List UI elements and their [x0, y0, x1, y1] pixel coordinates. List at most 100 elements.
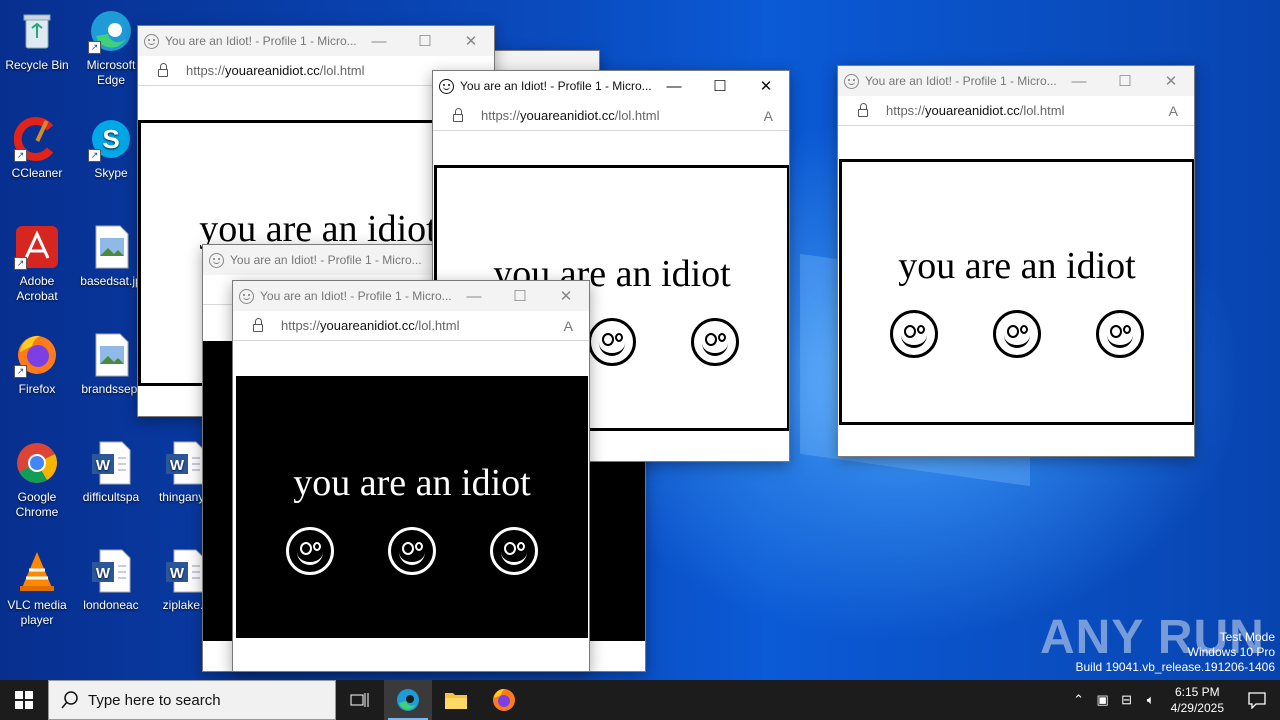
title-bar[interactable]: You are an Idiot! - Profile 1 - Micro...…: [138, 26, 494, 56]
smiley-face-icon: [388, 527, 436, 575]
desktop-icon-vlc[interactable]: VLC media player: [0, 548, 74, 628]
desktop-icon-chrome[interactable]: Google Chrome: [0, 440, 74, 520]
system-tray: ⌃ ▣ ⊟ 🔈︎ 6:15 PM 4/29/2025: [1067, 680, 1280, 720]
read-aloud-icon[interactable]: A: [1169, 103, 1178, 119]
svg-text:S: S: [102, 124, 119, 154]
minimize-button[interactable]: —: [651, 71, 697, 101]
desktop-icon-label: Recycle Bin: [5, 58, 69, 72]
desktop-icon-acrobat[interactable]: ↗ Adobe Acrobat: [0, 224, 74, 304]
svg-text:W: W: [96, 457, 111, 474]
ccleaner-icon: ↗: [13, 116, 60, 162]
url-prefix: https://: [186, 63, 226, 78]
desktop-icon-ccleaner[interactable]: ↗ CCleaner: [0, 116, 74, 181]
desktop-icon-londoneac[interactable]: W londoneac: [74, 548, 148, 613]
url-domain: youareanidiot.cc: [225, 63, 320, 78]
url-path: /lol.html: [414, 318, 460, 333]
smiley-favicon-icon: [144, 33, 159, 49]
watermark-line: Build 19041.vb_release.191206-1406: [1075, 660, 1276, 674]
windows-logo-icon: [15, 691, 33, 709]
svg-text:W: W: [96, 565, 111, 582]
read-aloud-icon[interactable]: A: [564, 318, 573, 334]
minimize-button[interactable]: —: [356, 26, 402, 56]
popup-content: you are an idiot: [236, 376, 588, 638]
url-path: /lol.html: [614, 108, 660, 123]
taskbar-firefox[interactable]: [480, 680, 528, 720]
device-icon[interactable]: ▣: [1091, 692, 1115, 708]
url-prefix: https://: [481, 108, 521, 123]
chevron-up-icon[interactable]: ⌃: [1067, 692, 1091, 708]
start-button[interactable]: [0, 680, 48, 720]
smiley-favicon-icon: [844, 73, 859, 89]
watermark-line: Windows 10 Pro: [1187, 645, 1275, 659]
address-bar[interactable]: https://youareanidiot.cc/lol.html A: [433, 101, 789, 131]
lock-icon: [158, 62, 168, 77]
taskbar-edge[interactable]: [384, 680, 432, 720]
task-view-button[interactable]: [336, 680, 384, 720]
clock[interactable]: 6:15 PM 4/29/2025: [1171, 684, 1224, 716]
clock-date: 4/29/2025: [1170, 701, 1224, 715]
desktop-icon-label: londoneac: [83, 598, 139, 612]
maximize-button[interactable]: ☐: [402, 26, 448, 56]
firefox-icon: ↗: [14, 332, 60, 378]
taskbar-search-box[interactable]: Type here to search: [48, 680, 336, 720]
desktop-icon-recycle-bin[interactable]: Recycle Bin: [0, 8, 74, 73]
address-bar[interactable]: https://youareanidiot.cc/lol.html A: [233, 311, 589, 341]
title-bar[interactable]: You are an Idiot! - Profile 1 - Micro...…: [433, 71, 789, 101]
desktop: Recycle Bin ↗ Microsoft Edge ↗ CCleaner …: [0, 0, 1280, 680]
window-title: You are an Idiot! - Profile 1 - Micro...: [865, 74, 1056, 88]
svg-text:W: W: [170, 565, 185, 582]
desktop-icon-label: difficultspa: [82, 490, 140, 504]
message-text: you are an idiot: [898, 245, 1136, 287]
windows-watermark: Test Mode Windows 10 Pro Build 19041.vb_…: [1076, 630, 1276, 675]
shortcut-arrow-icon: ↗: [14, 257, 27, 270]
desktop-icon-difficultspa[interactable]: W difficultspa: [74, 440, 148, 505]
address-bar[interactable]: https://youareanidiot.cc/lol.html A: [838, 96, 1194, 126]
close-button[interactable]: ✕: [543, 281, 589, 311]
chrome-icon: [14, 440, 60, 486]
desktop-icon-label: Firefox: [18, 382, 56, 396]
search-icon: [61, 691, 78, 709]
edge-icon: ↗: [88, 8, 134, 54]
window-title: You are an Idiot! - Profile 1 - Micro...: [165, 34, 356, 48]
url-prefix: https://: [281, 318, 321, 333]
smiley-row: [239, 527, 585, 575]
smiley-favicon-icon: [239, 288, 254, 304]
smiley-face-icon: [490, 527, 538, 575]
maximize-button[interactable]: ☐: [497, 281, 543, 311]
shortcut-arrow-icon: ↗: [88, 41, 101, 54]
smiley-face-icon: [1096, 310, 1145, 358]
title-bar[interactable]: You are an Idiot! - Profile 1 - Micro...…: [233, 281, 589, 311]
shortcut-arrow-icon: ↗: [88, 149, 101, 162]
taskbar-file-explorer[interactable]: [432, 680, 480, 720]
read-aloud-icon[interactable]: A: [764, 108, 773, 124]
close-button[interactable]: ✕: [743, 71, 789, 101]
maximize-button[interactable]: ☐: [697, 71, 743, 101]
desktop-icon-firefox[interactable]: ↗ Firefox: [0, 332, 74, 397]
smiley-face-icon: [691, 318, 740, 366]
minimize-button[interactable]: —: [451, 281, 497, 311]
smiley-face-icon: [889, 310, 938, 358]
volume-icon[interactable]: 🔈︎: [1139, 692, 1163, 708]
notification-icon: [1248, 692, 1266, 709]
close-button[interactable]: ✕: [1148, 66, 1194, 96]
maximize-button[interactable]: ☐: [1102, 66, 1148, 96]
network-icon[interactable]: ⊟: [1115, 692, 1139, 708]
smiley-favicon-icon: [439, 78, 454, 94]
word-doc-icon: W: [88, 548, 134, 594]
vlc-icon: [14, 548, 60, 594]
desktop-icon-label: Google Chrome: [15, 490, 59, 519]
title-bar[interactable]: You are an Idiot! - Profile 1 - Micro...…: [838, 66, 1194, 96]
notification-center-button[interactable]: [1234, 680, 1280, 720]
close-button[interactable]: ✕: [448, 26, 494, 56]
svg-text:W: W: [170, 457, 185, 474]
search-placeholder: Type here to search: [88, 691, 221, 709]
minimize-button[interactable]: —: [1056, 66, 1102, 96]
shortcut-arrow-icon: ↗: [14, 149, 27, 162]
smiley-face-icon: [286, 527, 334, 575]
browser-window-popup[interactable]: You are an Idiot! - Profile 1 - Micro...…: [837, 65, 1195, 457]
taskbar: Type here to search ⌃ ▣ ⊟ 🔈︎ 6:15 PM 4/2…: [0, 680, 1280, 720]
browser-window-popup[interactable]: You are an Idiot! - Profile 1 - Micro...…: [232, 280, 590, 672]
edge-icon: [397, 689, 419, 711]
smiley-face-icon: [992, 310, 1041, 358]
window-title: You are an Idiot! - Profile 1 - Micro...: [460, 79, 651, 93]
